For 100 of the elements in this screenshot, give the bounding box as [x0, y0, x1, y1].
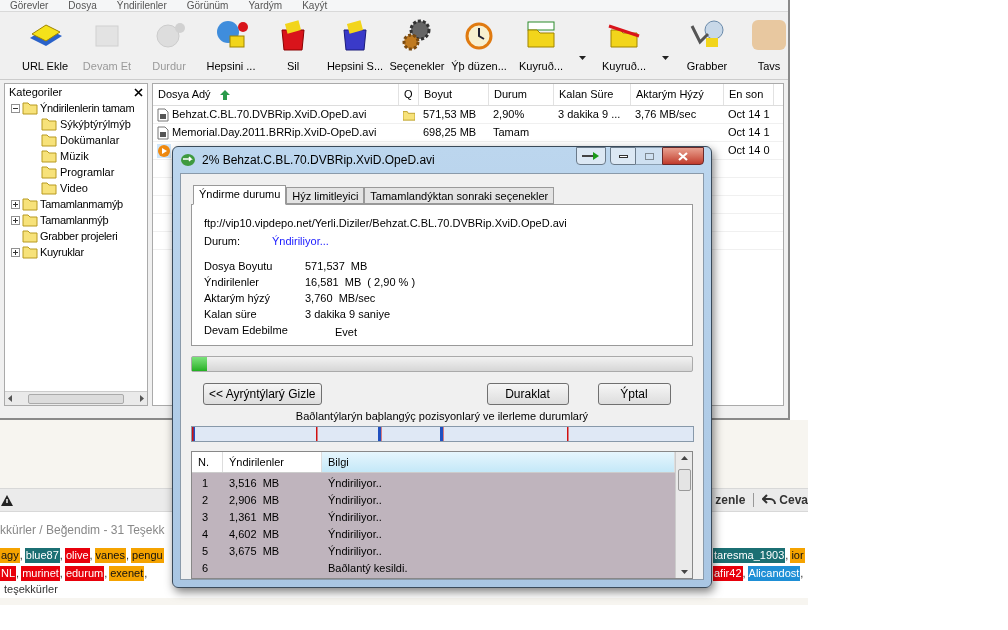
menu-item[interactable]: Görünüm: [186, 0, 229, 11]
toolbar-button[interactable]: Grabber: [676, 16, 738, 75]
tree-item[interactable]: Müzik: [60, 148, 89, 164]
scroll-down-icon: [680, 570, 688, 574]
tree-item[interactable]: Programlar: [60, 164, 115, 180]
table-cell-text: Tamam: [493, 125, 530, 141]
toolbar-button[interactable]: Tavs: [738, 16, 788, 75]
column-header[interactable]: Bilgi: [322, 452, 675, 472]
tab[interactable]: Ýndirme durumu: [193, 184, 287, 205]
column-header[interactable]: Boyut: [419, 84, 489, 105]
table-cell-text: 3 dakika 9 ...: [558, 107, 621, 123]
column-header[interactable]: Q: [399, 84, 419, 105]
toolbar-button[interactable]: URL Ekle: [14, 16, 76, 75]
expand-toggle[interactable]: [11, 215, 20, 225]
pause-button[interactable]: Duraklat: [486, 382, 569, 405]
field-label: Dosya Boyutu: [204, 258, 274, 274]
toolbar-button[interactable]: Hepsini ...: [200, 16, 262, 75]
field-label: Ýndirilenler: [204, 274, 261, 290]
menu-item[interactable]: Yardým: [248, 0, 283, 11]
column-header[interactable]: Aktarým Hýzý: [631, 84, 724, 105]
folder-icon: [22, 229, 38, 243]
scroll-thumb[interactable]: [28, 393, 124, 404]
close-icon[interactable]: [134, 87, 143, 97]
table-cell-text: 6: [201, 561, 210, 577]
user-tag[interactable]: edurum: [64, 566, 105, 581]
user-tag[interactable]: blue87: [24, 548, 60, 563]
toolbar-button[interactable]: Hepsini S...: [324, 16, 386, 75]
table-cell-text: 2,90%: [493, 107, 525, 123]
toolbar-button[interactable]: Ýþ düzen...: [448, 16, 510, 75]
tree-item[interactable]: Ýndirilenlerin tamam: [40, 100, 135, 116]
caret-icon[interactable]: [579, 56, 586, 60]
scroll-thumb[interactable]: [677, 469, 691, 491]
tree-item[interactable]: Tamamlanmamýþ: [40, 196, 123, 212]
table-cell-text: 3,675 MB: [228, 544, 281, 560]
table-cell-text: 1: [201, 476, 210, 492]
horizontal-scrollbar[interactable]: [5, 391, 147, 405]
scroll-left-icon: [8, 395, 12, 402]
edit-link[interactable]: zenle: [715, 491, 746, 509]
table-cell-text: Oct 14 0: [728, 143, 770, 159]
menu-item[interactable]: Kayýt: [302, 0, 328, 11]
tree-item[interactable]: Grabber projeleri: [40, 228, 118, 244]
tree-item[interactable]: Sýkýþtýrýlmýþ: [60, 116, 131, 132]
right-arrow-icon: [582, 152, 600, 160]
warning-icon[interactable]: [1, 494, 13, 506]
toolbar-button[interactable]: Sil: [262, 16, 324, 75]
user-tag[interactable]: afir42: [713, 566, 743, 581]
collapse-toggle[interactable]: [11, 103, 20, 113]
close-button[interactable]: [662, 147, 704, 165]
separator-comma: ,: [89, 548, 93, 563]
toolbar-button[interactable]: Seçenekler: [386, 16, 448, 75]
menu-item[interactable]: Ýndirilenler: [116, 0, 167, 11]
column-header[interactable]: En son: [724, 84, 774, 105]
tree-item[interactable]: Video: [60, 180, 88, 196]
user-tag[interactable]: ior: [790, 548, 805, 563]
table-cell-text: 4: [201, 527, 210, 543]
user-tag[interactable]: agy: [0, 548, 20, 563]
table-cell-text: Ýndiriliyor..: [327, 510, 382, 526]
table-cell-text: 2,906 MB: [228, 493, 281, 509]
column-header[interactable]: Durum: [489, 84, 554, 105]
folder-icon: [22, 197, 38, 211]
caret-icon[interactable]: [662, 56, 669, 60]
table-cell-text: Memorial.Day.2011.BRRip.XviD-OpeD.avi: [172, 125, 377, 141]
connections-caption: Baðlantýlarýn baþlangýç pozisyonlarý ve ilerleme durumlarý: [294, 408, 590, 424]
user-tag[interactable]: pengu: [131, 548, 164, 563]
tree-item[interactable]: Kuyruklar: [40, 244, 84, 260]
table-cell-text: 571,53 MB: [423, 107, 477, 123]
user-tag[interactable]: NL: [0, 566, 17, 581]
column-header[interactable]: Kalan Süre: [554, 84, 631, 105]
menu-item[interactable]: Dosya: [68, 0, 97, 11]
user-tag[interactable]: taresma_1903: [713, 548, 786, 563]
reply-link[interactable]: Ceva: [762, 491, 808, 509]
close-icon: [678, 151, 688, 161]
tree-item[interactable]: Dokümanlar: [60, 132, 120, 148]
column-header[interactable]: N.: [192, 452, 223, 472]
download-url: ftp://vip10.vipdepo.net/Yerli.Diziler/Behzat.C.BL.70.DVBRip.XviD.OpeD.avi: [204, 215, 568, 231]
toolbar-button[interactable]: Kuyruð...: [593, 16, 655, 75]
tab[interactable]: Hýz limitleyici: [286, 186, 365, 204]
arrow-button[interactable]: [576, 147, 606, 165]
expand-toggle[interactable]: [11, 199, 20, 209]
table-cell-text: Ýndiriliyor..: [327, 476, 382, 492]
table-cell-text: Ýndiriliyor..: [327, 527, 382, 543]
separator-comma: ,: [19, 548, 23, 563]
user-tag[interactable]: olive: [64, 548, 90, 563]
user-tag[interactable]: murinet: [21, 566, 60, 581]
tab[interactable]: Tamamlandýktan sonraki seçenekler: [364, 186, 555, 204]
table-cell-text: Ýndiriliyor..: [327, 493, 382, 509]
expand-toggle[interactable]: [11, 247, 20, 257]
field-label: Kalan süre: [204, 306, 258, 322]
cancel-button[interactable]: Ýptal: [597, 382, 671, 405]
hide-details-button[interactable]: << Ayrýntýlarý Gizle: [203, 382, 322, 405]
menu-item[interactable]: Görevler: [10, 0, 49, 11]
minimize-button[interactable]: [610, 147, 636, 165]
vertical-scrollbar[interactable]: [675, 452, 692, 578]
folder-icon: [22, 101, 38, 115]
toolbar-button[interactable]: Kuyruð...: [510, 16, 572, 75]
separator-comma: ,: [144, 566, 148, 581]
tree-item[interactable]: Tamamlanmýþ: [40, 212, 109, 228]
field-label: Aktarým hýzý: [204, 290, 271, 306]
user-tag[interactable]: vanes: [94, 548, 126, 563]
column-header[interactable]: Dosya Adý: [153, 84, 399, 105]
